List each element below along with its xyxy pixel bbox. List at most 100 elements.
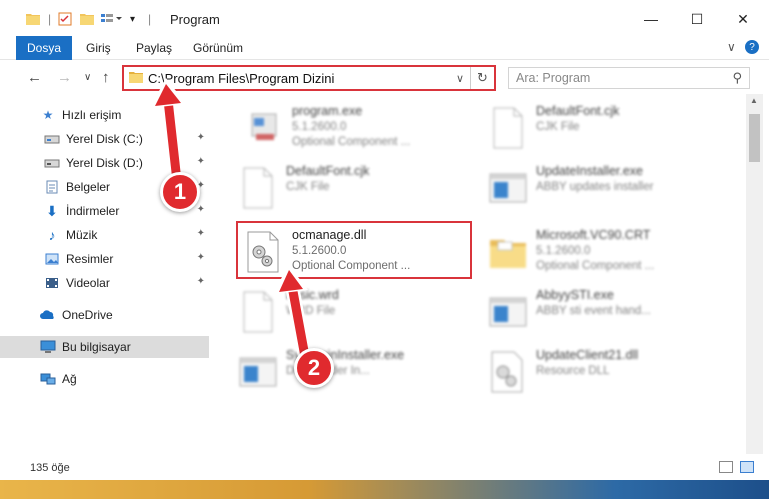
file-item-program-exe[interactable]: program.exe 5.1.2600.0 Optional Componen… <box>238 98 483 160</box>
nav-label: İndirmeler <box>66 204 120 218</box>
file-description: ABBY sti event hand... <box>536 305 651 317</box>
address-path: C:\Program Files\Program Dizini <box>148 70 335 86</box>
nav-label: Müzik <box>66 228 98 242</box>
nav-item-music[interactable]: ♪ Müzik ✦ <box>0 224 209 246</box>
file-type: CJK File <box>536 121 580 133</box>
pin-icon: ✦ <box>196 276 205 287</box>
explorer-window: | ▾ | Program — ☐ ✕ Dosya Giriş Paylaş G… <box>0 0 769 499</box>
file-name: Microsoft.VC90.CRT <box>536 228 651 242</box>
nav-label: OneDrive <box>62 308 113 322</box>
music-icon: ♪ <box>48 227 56 243</box>
vertical-scrollbar[interactable]: ▲ <box>746 94 763 454</box>
file-item-defaultfont-cjk[interactable]: DefaultFont.cjk CJK File <box>482 98 727 160</box>
nav-label: Yerel Disk (D:) <box>66 156 143 170</box>
title-bar: | ▾ | Program — ☐ ✕ <box>0 0 769 36</box>
pin-icon: ✦ <box>196 228 205 239</box>
pictures-icon <box>44 251 60 267</box>
nav-onedrive[interactable]: OneDrive <box>0 304 209 326</box>
file-name: DefaultFont.cjk <box>286 164 370 178</box>
nav-label: Videolar <box>66 276 110 290</box>
file-name: UpdateInstaller.exe <box>536 164 644 178</box>
tab-home[interactable]: Giriş <box>86 41 111 55</box>
forward-button[interactable]: → <box>57 69 72 86</box>
ribbon-tabs: Dosya Giriş Paylaş Görünüm ∨ ? <box>0 36 769 60</box>
tab-view[interactable]: Görünüm <box>193 41 243 55</box>
file-version: 5.1.2600.0 <box>292 121 347 133</box>
folder-icon <box>490 240 526 268</box>
file-description: Optional Component ... <box>292 136 411 148</box>
nav-item-videos[interactable]: Videolar ✦ <box>0 272 209 294</box>
file-type: WRD File <box>286 305 336 317</box>
file-item-updateclient21-dll[interactable]: UpdateClient21.dll Resource DLL <box>482 342 727 404</box>
file-name: basic.wrd <box>286 288 339 302</box>
file-item-basic-wrd[interactable]: basic.wrd WRD File <box>232 282 477 344</box>
folder-icon <box>129 70 143 87</box>
status-bar: 135 öğe <box>0 454 769 480</box>
file-item-systemininstaller-exe[interactable]: SysteminInstaller.exe Downloader In... <box>232 342 477 404</box>
search-icon: ⚲ <box>732 70 742 85</box>
tiles-view-icon[interactable] <box>740 461 754 473</box>
nav-item-pictures[interactable]: Resimler ✦ <box>0 248 209 270</box>
file-item-abbyysti-exe[interactable]: AbbyySTI.exe ABBY sti event hand... <box>482 282 727 344</box>
nav-this-pc[interactable]: Bu bilgisayar <box>0 336 209 358</box>
ribbon-collapse-icon[interactable]: ∨ <box>727 40 736 54</box>
file-name: program.exe <box>292 104 363 118</box>
nav-item-drive-d[interactable]: Yerel Disk (D:) ✦ <box>0 152 209 174</box>
nav-quick-access[interactable]: ★ Hızlı erişim <box>0 104 209 126</box>
drive-icon <box>44 131 60 147</box>
item-count: 135 öğe <box>30 462 70 474</box>
scroll-up-icon[interactable]: ▲ <box>750 96 758 105</box>
nav-network[interactable]: Ağ <box>0 368 209 390</box>
help-icon[interactable]: ? <box>745 40 759 54</box>
application-icon <box>489 173 527 203</box>
maximize-button[interactable]: ☐ <box>674 6 720 32</box>
cloud-icon <box>40 307 56 323</box>
address-bar[interactable]: C:\Program Files\Program Dizini ∨ ↻ <box>122 65 496 91</box>
file-description: Resource DLL <box>536 365 610 377</box>
nav-label: Resimler <box>66 252 114 266</box>
address-dropdown-icon[interactable]: ∨ <box>456 72 464 85</box>
nav-label: Belgeler <box>66 180 111 194</box>
file-description: ABBY updates installer <box>536 181 654 193</box>
document-icon <box>493 107 523 149</box>
application-icon <box>251 113 277 140</box>
document-icon <box>243 167 273 209</box>
file-name: DefaultFont.cjk <box>536 104 620 118</box>
selected-file-highlight <box>236 221 472 279</box>
properties-icon[interactable] <box>58 9 72 29</box>
search-placeholder: Ara: Program <box>516 71 591 85</box>
application-icon <box>489 297 527 327</box>
quick-access-dropdown-icon[interactable]: ▾ <box>130 9 135 29</box>
folder-icon <box>26 9 40 29</box>
step-1-callout: 1 <box>160 172 200 212</box>
customize-toolbar-icon[interactable] <box>100 9 122 29</box>
navigation-pane: ★ Hızlı erişim Yerel Disk (C:) ✦ Yerel D… <box>0 94 212 454</box>
details-view-icon[interactable] <box>719 461 733 473</box>
minimize-button[interactable]: — <box>628 6 674 32</box>
close-button[interactable]: ✕ <box>720 6 766 32</box>
tab-share[interactable]: Paylaş <box>136 41 172 55</box>
pin-icon: ✦ <box>196 204 205 215</box>
pin-icon: ✦ <box>196 252 205 263</box>
tab-file[interactable]: Dosya <box>16 36 72 60</box>
scrollbar-thumb[interactable] <box>749 114 760 162</box>
file-item-updateinstaller-exe[interactable]: UpdateInstaller.exe ABBY updates install… <box>482 158 727 220</box>
search-input[interactable]: Ara: Program ⚲ <box>508 67 750 89</box>
up-button[interactable]: ↑ <box>102 69 110 86</box>
nav-label: Bu bilgisayar <box>62 340 131 354</box>
file-name: UpdateClient21.dll <box>536 348 639 362</box>
refresh-button[interactable]: ↻ <box>470 67 494 89</box>
nav-item-drive-c[interactable]: Yerel Disk (C:) ✦ <box>0 128 209 150</box>
file-item-defaultfont-cjk[interactable]: DefaultFont.cjk CJK File <box>232 158 477 220</box>
network-icon <box>40 371 56 387</box>
new-folder-icon[interactable] <box>80 9 94 29</box>
nav-label: Ağ <box>62 372 77 386</box>
file-version: 5.1.2600.0 <box>536 245 591 257</box>
recent-locations-button[interactable]: ∨ <box>84 72 91 83</box>
documents-icon <box>44 179 60 195</box>
computer-icon <box>40 339 56 355</box>
address-row: ← → ∨ ↑ C:\Program Files\Program Dizini … <box>0 60 769 94</box>
download-icon: ⬇ <box>46 202 58 219</box>
back-button[interactable]: ← <box>27 69 42 86</box>
file-item-microsoft-vc90-crt[interactable]: Microsoft.VC90.CRT 5.1.2600.0 Optional C… <box>482 222 727 284</box>
